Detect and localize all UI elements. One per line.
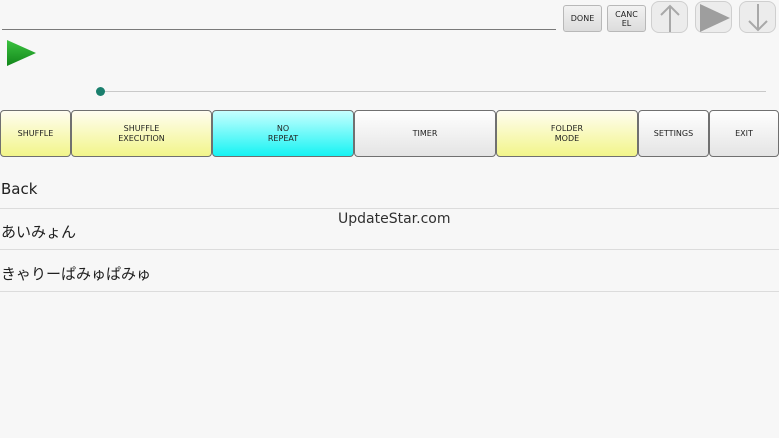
play-icon <box>7 40 36 66</box>
play-icon <box>700 4 730 32</box>
list-item-label: あいみょん <box>1 223 77 241</box>
path-input-underline[interactable] <box>2 29 556 30</box>
list-item-label: Back <box>1 180 38 198</box>
shuffle-execution-button[interactable]: SHUFFLE EXECUTION <box>71 110 212 157</box>
timer-button[interactable]: TIMER <box>354 110 496 157</box>
exit-button[interactable]: EXIT <box>709 110 779 157</box>
list-item-label: きゃりーぱみゅぱみゅ <box>1 265 152 283</box>
folder-mode-button[interactable]: FOLDER MODE <box>496 110 638 157</box>
move-up-button[interactable] <box>651 1 688 33</box>
move-down-button[interactable] <box>739 1 776 33</box>
list-item[interactable]: きゃりーぱみゅぱみゅ <box>0 251 779 292</box>
shuffle-button[interactable]: SHUFFLE <box>0 110 71 157</box>
no-repeat-button[interactable]: NO REPEAT <box>212 110 354 157</box>
settings-button[interactable]: SETTINGS <box>638 110 709 157</box>
arrow-up-icon <box>660 4 680 32</box>
play-button[interactable] <box>5 38 37 72</box>
arrow-down-icon <box>748 4 768 32</box>
seek-slider-thumb[interactable] <box>96 87 105 96</box>
cancel-button[interactable]: CANC EL <box>607 5 646 32</box>
done-button[interactable]: DONE <box>563 5 602 32</box>
play-button-top[interactable] <box>695 1 732 33</box>
seek-slider-track[interactable] <box>100 91 766 92</box>
watermark-text: UpdateStar.com <box>338 211 451 227</box>
list-item-back[interactable]: Back <box>0 168 779 209</box>
